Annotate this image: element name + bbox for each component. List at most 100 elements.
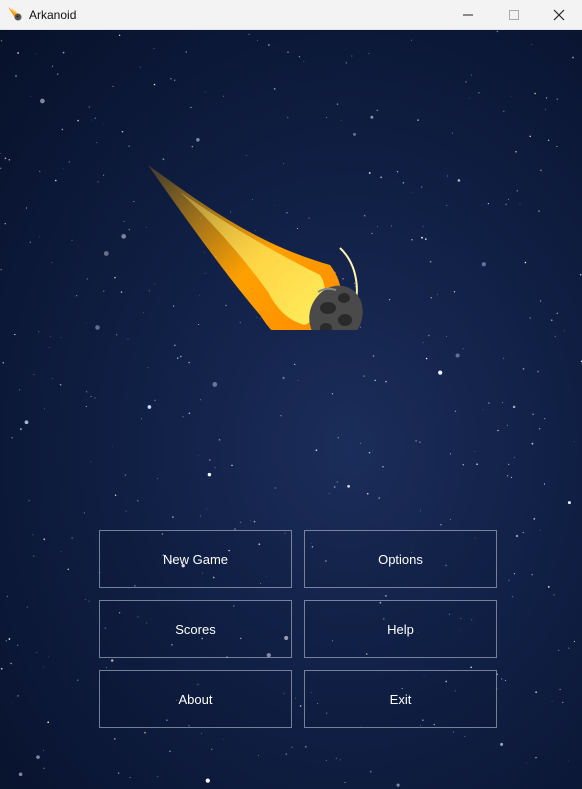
help-button[interactable]: Help <box>304 600 497 658</box>
star <box>540 300 542 302</box>
options-button[interactable]: Options <box>304 530 497 588</box>
star <box>446 204 448 207</box>
star <box>438 370 443 375</box>
star <box>556 146 558 147</box>
star <box>476 463 478 466</box>
star <box>573 441 575 443</box>
star <box>501 678 503 680</box>
star <box>26 606 28 608</box>
star <box>510 476 513 478</box>
minimize-button[interactable] <box>445 0 491 30</box>
close-button[interactable] <box>536 0 582 30</box>
star <box>257 40 258 41</box>
star <box>543 417 546 420</box>
star <box>103 290 105 292</box>
star <box>462 464 464 466</box>
star <box>368 53 370 54</box>
star <box>253 520 256 523</box>
star <box>556 98 559 100</box>
star <box>51 65 54 67</box>
star <box>112 85 114 88</box>
star <box>385 595 387 597</box>
window-title: Arkanoid <box>29 8 77 22</box>
star <box>114 276 116 279</box>
star <box>437 293 438 295</box>
star <box>529 135 531 138</box>
star <box>205 778 210 783</box>
star <box>128 228 131 231</box>
star <box>539 428 541 430</box>
star <box>505 203 507 206</box>
star <box>25 207 28 209</box>
star <box>481 262 486 267</box>
star <box>94 117 96 119</box>
star <box>382 466 384 468</box>
star <box>19 389 21 391</box>
star <box>258 754 259 756</box>
about-button[interactable]: About <box>99 670 292 728</box>
star <box>71 537 73 539</box>
star <box>471 74 473 76</box>
star <box>24 420 29 425</box>
star <box>0 39 3 42</box>
star <box>273 88 276 90</box>
app-window: Arkanoid New Game Options Scores Help Ab… <box>0 0 582 789</box>
star <box>231 464 233 467</box>
star <box>49 335 51 337</box>
star <box>340 119 342 121</box>
star <box>239 521 242 523</box>
star <box>47 656 49 658</box>
star <box>185 51 187 53</box>
star <box>85 322 87 324</box>
star <box>503 110 505 112</box>
star <box>422 341 424 343</box>
star <box>567 501 571 505</box>
scores-button[interactable]: Scores <box>99 600 292 658</box>
star <box>515 534 519 538</box>
star <box>127 338 129 340</box>
star <box>369 770 372 773</box>
star <box>43 538 46 541</box>
star <box>402 182 405 184</box>
star <box>15 75 17 77</box>
star <box>579 273 582 276</box>
star <box>331 393 334 395</box>
star <box>531 573 533 576</box>
star <box>545 97 548 99</box>
star <box>147 405 152 409</box>
star <box>287 117 289 119</box>
star <box>303 61 305 62</box>
star <box>500 742 504 746</box>
star <box>335 757 337 760</box>
star <box>182 416 184 418</box>
star <box>6 595 9 598</box>
star <box>512 405 516 409</box>
star <box>417 119 419 121</box>
star <box>333 486 336 488</box>
star <box>30 96 32 97</box>
star <box>63 168 65 170</box>
star <box>539 529 541 531</box>
star <box>366 492 369 495</box>
star <box>573 640 575 642</box>
exit-button[interactable]: Exit <box>304 670 497 728</box>
star <box>61 128 64 131</box>
star <box>522 368 525 370</box>
star <box>76 295 78 297</box>
maximize-button[interactable] <box>491 0 537 30</box>
star <box>487 202 490 205</box>
star <box>554 335 556 337</box>
star <box>8 638 11 640</box>
star <box>0 167 2 170</box>
star <box>172 516 174 518</box>
star <box>457 179 461 182</box>
star <box>415 439 417 442</box>
new-game-button[interactable]: New Game <box>99 530 292 588</box>
star <box>205 508 207 510</box>
star <box>8 158 11 161</box>
star <box>347 484 351 488</box>
star <box>388 298 391 301</box>
minimize-icon <box>463 14 473 16</box>
title-bar: Arkanoid <box>0 0 582 30</box>
star <box>282 376 285 380</box>
